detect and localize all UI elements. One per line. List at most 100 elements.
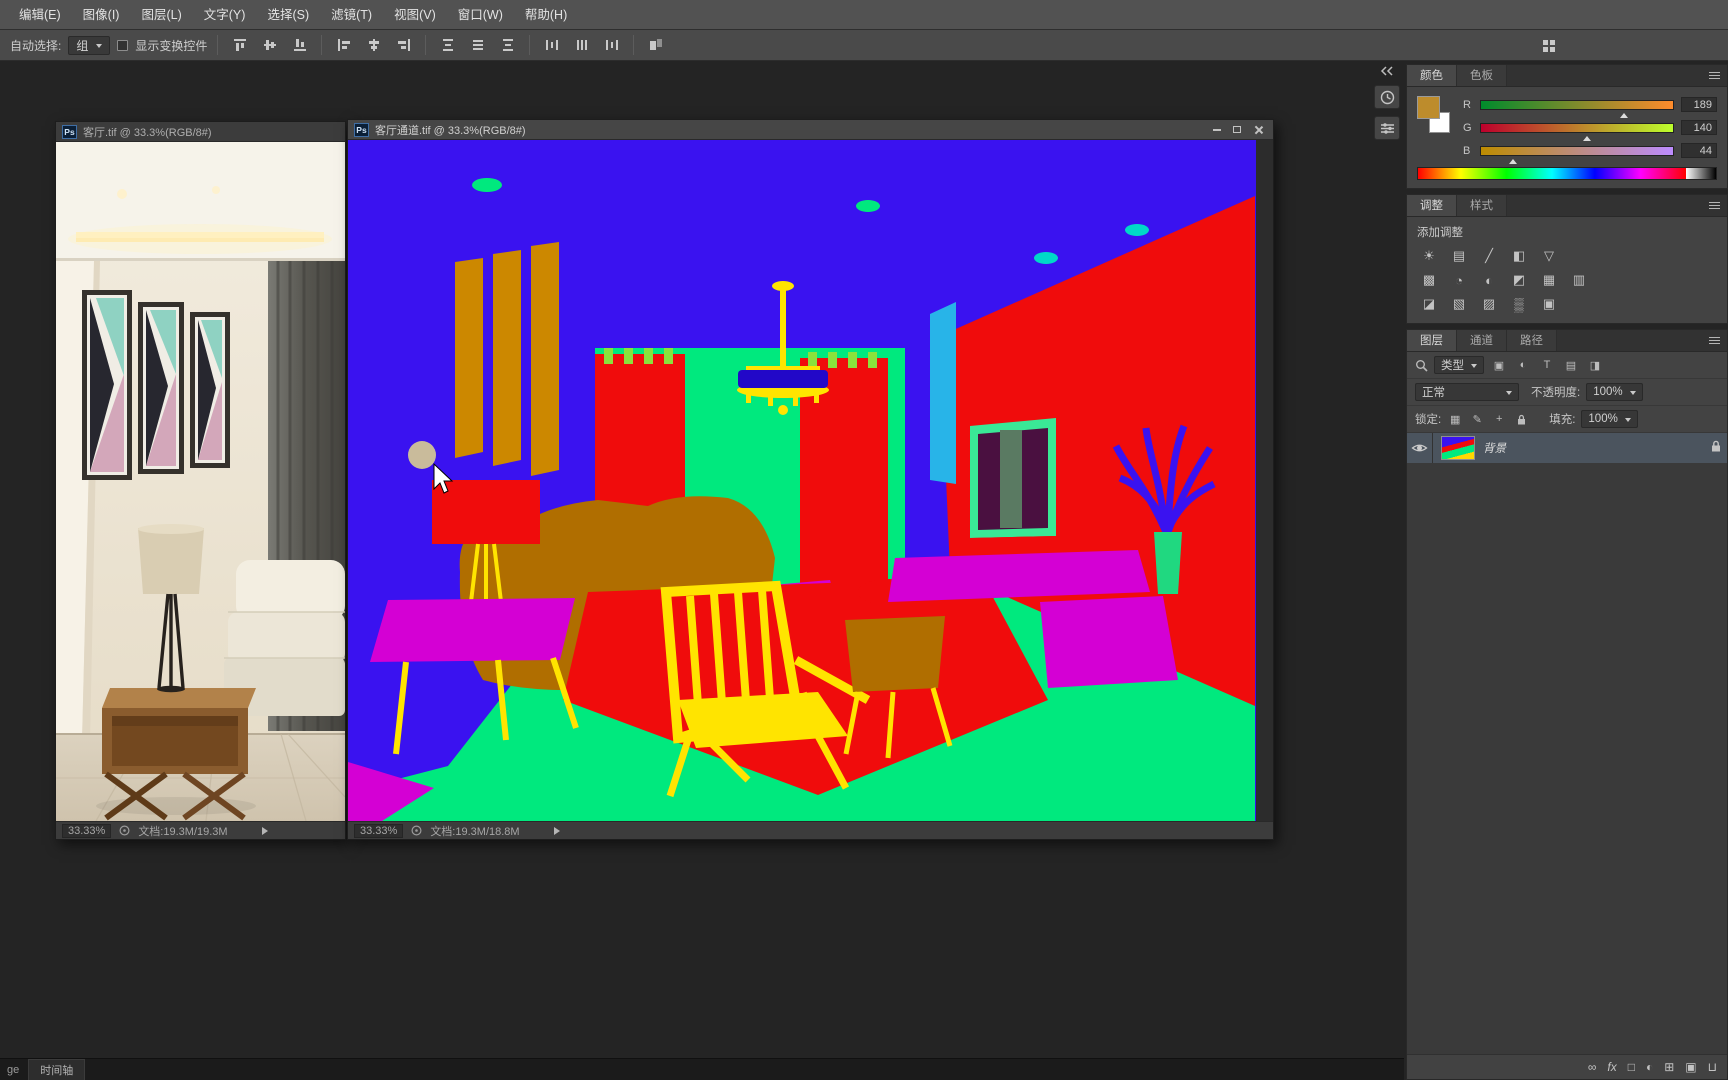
red-value-field[interactable]: 189 — [1681, 97, 1717, 112]
panel-menu-icon[interactable] — [1709, 202, 1720, 209]
distribute-top-icon[interactable] — [436, 35, 459, 56]
link-layers-icon[interactable]: ∞ — [1588, 1061, 1597, 1073]
expand-panels-icon[interactable] — [1374, 64, 1400, 78]
align-horizontal-center-icon[interactable] — [362, 35, 385, 56]
menu-select[interactable]: 选择(S) — [256, 0, 320, 30]
filter-shape-layers-icon[interactable]: ▤ — [1562, 357, 1580, 373]
exposure-icon[interactable]: ◧ — [1507, 246, 1531, 266]
layer-thumbnail[interactable] — [1441, 436, 1475, 460]
tab-styles[interactable]: 样式 — [1457, 195, 1507, 216]
menu-type[interactable]: 文字(Y) — [193, 0, 257, 30]
properties-panel-icon[interactable] — [1374, 116, 1400, 140]
channel-canvas[interactable] — [348, 140, 1273, 821]
levels-icon[interactable]: ▤ — [1447, 246, 1471, 266]
align-bottom-icon[interactable] — [288, 35, 311, 56]
vibrance-icon[interactable]: ▽ — [1537, 246, 1561, 266]
slider-thumb[interactable] — [1508, 155, 1517, 164]
green-value-field[interactable]: 140 — [1681, 120, 1717, 135]
minimize-icon[interactable] — [1213, 128, 1221, 131]
tab-paths[interactable]: 路径 — [1507, 330, 1557, 351]
distribute-left-icon[interactable] — [540, 35, 563, 56]
lock-position-icon[interactable]: + — [1491, 412, 1507, 427]
tab-channels[interactable]: 通道 — [1457, 330, 1507, 351]
align-left-icon[interactable] — [332, 35, 355, 56]
align-top-icon[interactable] — [228, 35, 251, 56]
blue-value-field[interactable]: 44 — [1681, 143, 1717, 158]
add-layer-mask-icon[interactable]: □ — [1628, 1061, 1635, 1073]
menu-window[interactable]: 窗口(W) — [447, 0, 514, 30]
red-slider[interactable] — [1480, 99, 1674, 118]
layer-row-background[interactable]: 背景 — [1407, 433, 1727, 463]
black-white-icon[interactable]: ◐ — [1477, 270, 1501, 290]
new-group-icon[interactable]: ⊞ — [1664, 1061, 1674, 1073]
curves-icon[interactable]: ╱ — [1477, 246, 1501, 266]
slider-thumb[interactable] — [1582, 132, 1591, 141]
new-adjustment-layer-icon[interactable]: ◐ — [1646, 1061, 1653, 1073]
visibility-toggle[interactable] — [1407, 433, 1433, 463]
photo-filter-icon[interactable]: ◩ — [1507, 270, 1531, 290]
hue-saturation-icon[interactable]: ▩ — [1417, 270, 1441, 290]
status-options-arrow-icon[interactable] — [553, 826, 560, 835]
menu-layer[interactable]: 图层(L) — [130, 0, 192, 30]
blend-mode-dropdown[interactable]: 正常 — [1415, 383, 1519, 401]
distribute-vertical-center-icon[interactable] — [466, 35, 489, 56]
distribute-horizontal-center-icon[interactable] — [570, 35, 593, 56]
channel-mixer-icon[interactable]: ▦ — [1537, 270, 1561, 290]
layer-name[interactable]: 背景 — [1483, 440, 1506, 456]
auto-align-layers-icon[interactable] — [644, 35, 667, 56]
tab-layers[interactable]: 图层 — [1407, 330, 1457, 351]
brightness-contrast-icon[interactable]: ☀ — [1417, 246, 1441, 266]
align-right-icon[interactable] — [392, 35, 415, 56]
menu-edit[interactable]: 编辑(E) — [8, 0, 72, 30]
color-spectrum-ramp[interactable] — [1417, 167, 1717, 180]
slider-thumb[interactable] — [1619, 109, 1628, 118]
filter-pixel-layers-icon[interactable]: ▣ — [1490, 357, 1508, 373]
lock-pixels-icon[interactable]: ✎ — [1469, 412, 1485, 427]
filter-type-dropdown[interactable]: 类型 — [1434, 356, 1484, 374]
panel-grid-icon[interactable] — [1537, 35, 1560, 56]
green-slider[interactable] — [1480, 122, 1674, 141]
posterize-icon[interactable]: ▧ — [1447, 294, 1471, 314]
new-layer-icon[interactable]: ▣ — [1685, 1061, 1696, 1073]
tab-swatches[interactable]: 色板 — [1457, 65, 1507, 86]
blue-slider[interactable] — [1480, 145, 1674, 164]
filter-type-layers-icon[interactable]: T — [1538, 357, 1556, 373]
zoom-level-field[interactable]: 33.33% — [354, 823, 404, 838]
show-transform-checkbox[interactable] — [117, 39, 129, 51]
menu-filter[interactable]: 滤镜(T) — [320, 0, 383, 30]
photo-canvas[interactable] — [56, 142, 345, 821]
invert-icon[interactable]: ◪ — [1417, 294, 1441, 314]
document-window-living-room[interactable]: Ps 客厅.tif @ 33.3%(RGB/8#) 33.33% 文档:19.3… — [55, 121, 346, 840]
layer-style-icon[interactable]: fx — [1607, 1061, 1616, 1073]
history-panel-icon[interactable] — [1374, 85, 1400, 109]
align-vertical-center-icon[interactable] — [258, 35, 281, 56]
foreground-color-swatch[interactable] — [1417, 96, 1440, 119]
menu-help[interactable]: 帮助(H) — [514, 0, 578, 30]
color-balance-icon[interactable]: ◔ — [1447, 270, 1471, 290]
document-titlebar[interactable]: Ps 客厅通道.tif @ 33.3%(RGB/8#) — [348, 120, 1273, 140]
distribute-bottom-icon[interactable] — [496, 35, 519, 56]
timeline-tab[interactable]: 时间轴 — [28, 1059, 86, 1080]
menu-image[interactable]: 图像(I) — [72, 0, 131, 30]
delete-layer-icon[interactable]: ⊔ — [1708, 1061, 1717, 1073]
gradient-map-icon[interactable]: ▒ — [1507, 294, 1531, 314]
document-titlebar[interactable]: Ps 客厅.tif @ 33.3%(RGB/8#) — [56, 122, 345, 142]
restore-icon[interactable] — [1233, 126, 1241, 133]
document-window-channel[interactable]: Ps 客厅通道.tif @ 33.3%(RGB/8#) 33.33% 文档:19… — [347, 119, 1274, 840]
status-options-arrow-icon[interactable] — [261, 826, 268, 835]
menu-view[interactable]: 视图(V) — [383, 0, 447, 30]
zoom-level-field[interactable]: 33.33% — [62, 823, 112, 838]
color-lookup-icon[interactable]: ▥ — [1567, 270, 1591, 290]
fill-field[interactable]: 100% — [1581, 410, 1638, 428]
lock-transparency-icon[interactable]: ▦ — [1447, 412, 1463, 427]
threshold-icon[interactable]: ▨ — [1477, 294, 1501, 314]
distribute-right-icon[interactable] — [600, 35, 623, 56]
auto-select-dropdown[interactable]: 组 — [68, 35, 111, 55]
tab-color[interactable]: 颜色 — [1407, 65, 1457, 86]
panel-menu-icon[interactable] — [1709, 337, 1720, 344]
selective-color-icon[interactable]: ▣ — [1537, 294, 1561, 314]
close-icon[interactable] — [1253, 125, 1263, 135]
tab-adjustments[interactable]: 调整 — [1407, 195, 1457, 216]
panel-menu-icon[interactable] — [1709, 72, 1720, 79]
filter-smart-objects-icon[interactable]: ◨ — [1586, 357, 1604, 373]
